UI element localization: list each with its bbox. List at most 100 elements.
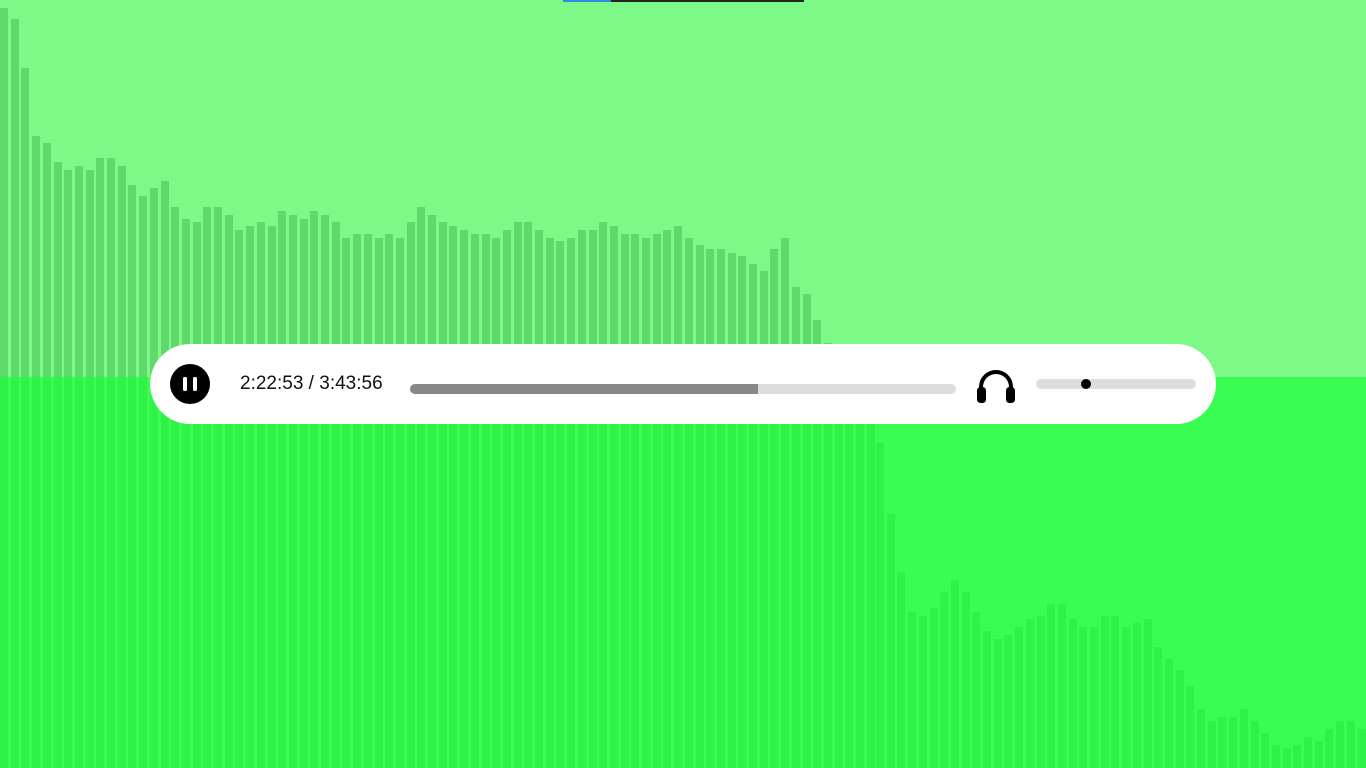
visualizer-bar <box>749 377 757 768</box>
visualizer-bar <box>535 377 543 768</box>
time-display: 2:22:53 / 3:43:56 <box>240 373 383 395</box>
visualizer-bar <box>695 377 704 768</box>
visualizer-bar <box>706 377 715 768</box>
headphones-icon[interactable] <box>976 366 1016 404</box>
visualizer-bar <box>492 377 501 768</box>
visualizer-bar <box>1122 627 1131 768</box>
visualizer-bar <box>567 377 576 768</box>
spectrum-visualizer-top <box>0 0 1366 377</box>
visualizer-bar <box>32 377 41 768</box>
visualizer-bar <box>856 377 864 768</box>
visualizer-bar <box>331 377 340 768</box>
visualizer-bar <box>845 377 854 768</box>
visualizer-bar <box>972 612 981 768</box>
visualizer-bar <box>10 377 19 768</box>
visualizer-bar <box>74 166 83 377</box>
visualizer-bar <box>993 639 1002 768</box>
visualizer-bar <box>203 377 212 768</box>
visualizer-bar <box>642 377 650 768</box>
visualizer-bar <box>417 377 426 768</box>
visualizer-bar <box>1336 721 1345 768</box>
visualizer-bar <box>460 377 469 768</box>
visualizer-bar <box>74 377 83 768</box>
visualizer-bar <box>1271 745 1280 768</box>
visualizer-bar <box>1293 745 1302 768</box>
visualizer-bar <box>32 136 41 377</box>
visualizer-bar <box>1229 717 1238 768</box>
visualizer-bar <box>823 377 832 768</box>
visualizer-bar <box>310 377 319 768</box>
visualizer-bar <box>96 158 105 377</box>
visualizer-bar <box>1314 741 1323 768</box>
visualizer-bar <box>684 377 693 768</box>
pause-button[interactable] <box>170 364 210 404</box>
visualizer-bar <box>1197 709 1205 768</box>
visualizer-bar <box>128 185 137 377</box>
visualizer-bar <box>791 377 800 768</box>
visualizer-bar <box>96 377 105 768</box>
visualizer-bar <box>918 616 927 768</box>
visualizer-bar <box>321 377 329 768</box>
visualizer-bar <box>406 377 415 768</box>
visualizer-bar <box>481 377 490 768</box>
visualizer-bar <box>513 377 522 768</box>
visualizer-bar <box>813 377 822 768</box>
visualizer-bar <box>353 377 362 768</box>
visualizer-bar <box>117 377 126 768</box>
visualizer-bar <box>1164 659 1173 768</box>
visualizer-bar <box>866 377 875 768</box>
current-time: 2:22:53 <box>240 373 304 394</box>
visualizer-bar <box>53 162 62 377</box>
visualizer-bar <box>42 143 51 377</box>
visualizer-bar <box>256 377 265 768</box>
visualizer-bar <box>374 377 383 768</box>
visualizer-bar <box>1100 616 1109 768</box>
visualizer-bar <box>0 377 8 768</box>
visualizer-bar <box>64 377 73 768</box>
visualizer-bar <box>802 377 811 768</box>
visualizer-bar <box>502 377 511 768</box>
seek-bar[interactable] <box>410 384 956 394</box>
seek-bar-fill <box>410 384 759 394</box>
visualizer-bar <box>449 377 458 768</box>
visualizer-bar <box>42 377 51 768</box>
visualizer-bar <box>21 377 30 768</box>
visualizer-bar <box>181 377 190 768</box>
pause-icon <box>183 377 187 391</box>
visualizer-bar <box>663 377 672 768</box>
visualizer-bar <box>588 377 597 768</box>
visualizer-bar <box>940 592 949 768</box>
visualizer-bar <box>64 170 73 377</box>
visualizer-bar <box>929 608 938 768</box>
visualizer-bar <box>524 377 533 768</box>
spectrum-visualizer-bottom <box>0 377 1366 768</box>
visualizer-bar <box>609 377 618 768</box>
visualizer-bar <box>385 377 394 768</box>
visualizer-bar <box>299 377 308 768</box>
visualizer-bar <box>107 377 115 768</box>
visualizer-bar <box>886 514 895 768</box>
visualizer-bar <box>192 377 201 768</box>
visualizer-bar <box>1325 729 1334 768</box>
visualizer-bar <box>235 377 244 768</box>
visualizer-bar <box>1346 721 1355 768</box>
visualizer-bar <box>1218 717 1227 768</box>
visualizer-bar <box>1047 604 1056 768</box>
visualizer-bar <box>652 377 661 768</box>
visualizer-bar <box>983 631 991 768</box>
visualizer-bar <box>395 377 404 768</box>
visualizer-bar <box>139 377 148 768</box>
visualizer-bar <box>128 377 137 768</box>
visualizer-bar <box>267 377 276 768</box>
visualizer-bar <box>149 377 158 768</box>
visualizer-bar <box>160 377 169 768</box>
volume-slider-handle[interactable] <box>1080 379 1091 389</box>
volume-slider[interactable] <box>1036 379 1196 389</box>
visualizer-bar <box>224 377 233 768</box>
visualizer-bar <box>1111 616 1120 768</box>
visualizer-bar <box>1004 635 1013 768</box>
visualizer-bar <box>781 377 790 768</box>
visualizer-bar <box>149 188 158 377</box>
visualizer-bar <box>428 377 436 768</box>
visualizer-bar <box>438 377 447 768</box>
